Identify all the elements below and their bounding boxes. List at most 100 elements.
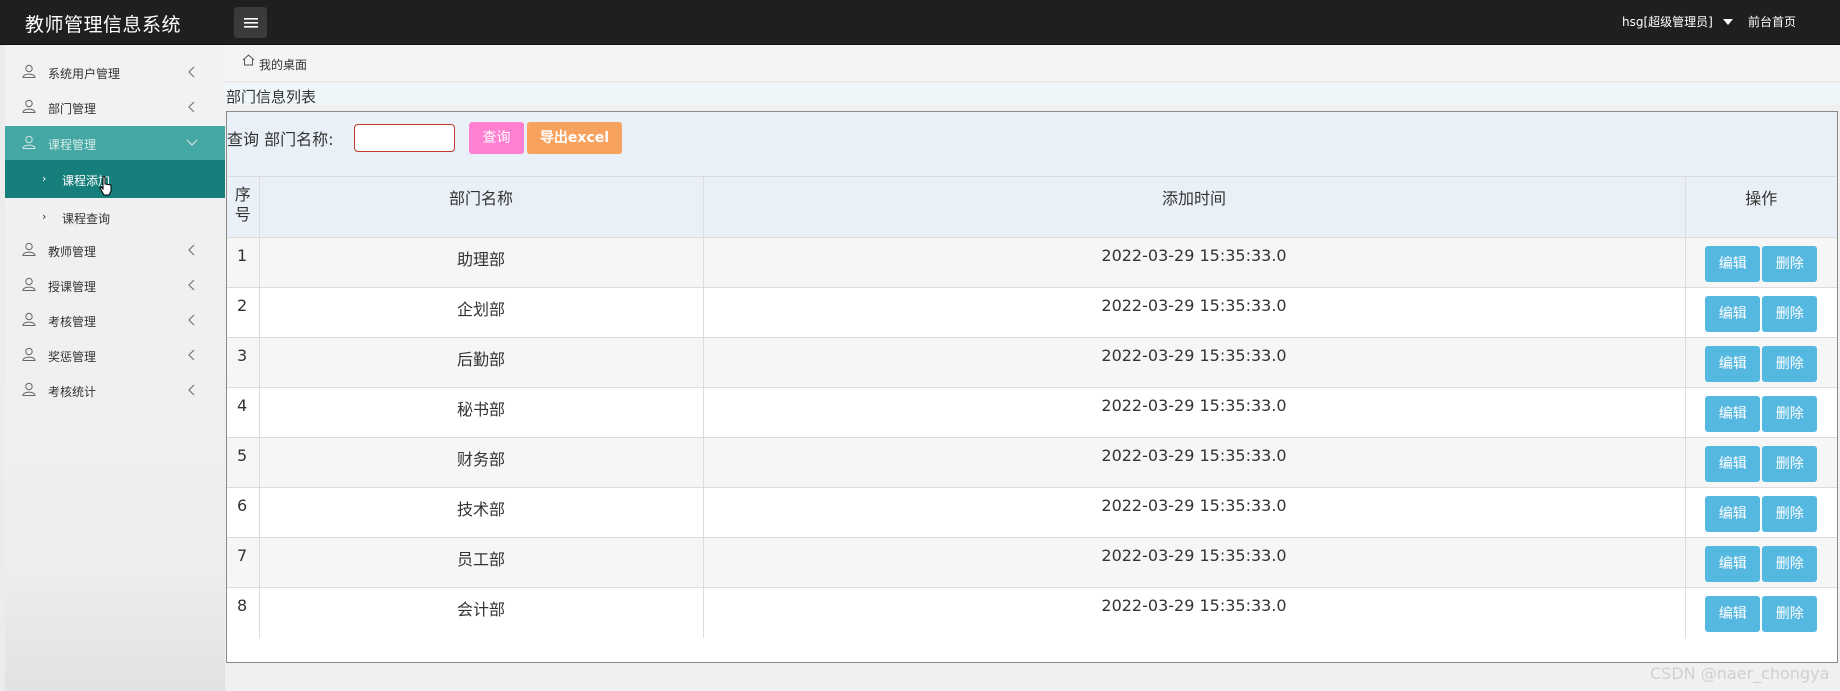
- user-name: hsg[超级管理员]: [1622, 15, 1713, 29]
- front-home-link[interactable]: 前台首页: [1748, 13, 1796, 30]
- app-title[interactable]: 教师管理信息系统: [25, 10, 181, 37]
- cell-name: 财务部: [259, 437, 704, 488]
- sidebar-item-label: 考核统计: [48, 385, 97, 399]
- cell-ops: 编辑 删除: [1685, 287, 1837, 338]
- watermark: CSDN @naer_chongya: [1650, 664, 1830, 683]
- panel-title-bar: 部门信息列表: [225, 83, 1840, 106]
- home-icon: [242, 54, 255, 66]
- cell-time: 2022-03-29 15:35:33.0: [703, 237, 1686, 288]
- sidebar-subitem-course-add[interactable]: › 课程添加: [5, 160, 225, 198]
- table-row: 5 财务部 2022-03-29 15:35:33.0 编辑 删除: [227, 437, 1837, 488]
- hand-cursor-icon: [99, 176, 112, 196]
- sidebar-item-teachers[interactable]: 教师管理: [5, 233, 225, 267]
- cell-time: 2022-03-29 15:35:33.0: [703, 487, 1686, 538]
- top-navbar: 教师管理信息系统 hsg[超级管理员] 前台首页: [0, 0, 1840, 45]
- cell-time: 2022-03-29 15:35:33.0: [703, 437, 1686, 488]
- cell-name: 助理部: [259, 237, 704, 288]
- column-header-name: 部门名称: [259, 176, 704, 238]
- cell-ops: 编辑 删除: [1685, 487, 1837, 538]
- user-icon: [22, 382, 36, 396]
- table-row: 8 会计部 2022-03-29 15:35:33.0 编辑 删除: [227, 587, 1837, 638]
- cell-name: 企划部: [259, 287, 704, 338]
- sidebar-item-label: 课程管理: [48, 138, 97, 152]
- cell-index: 2: [227, 287, 260, 338]
- sidebar-item-label: 教师管理: [48, 245, 97, 259]
- sidebar-item-system-users[interactable]: 系统用户管理: [5, 55, 225, 89]
- table-row: 7 员工部 2022-03-29 15:35:33.0 编辑 删除: [227, 537, 1837, 588]
- cell-name: 会计部: [259, 587, 704, 638]
- delete-button[interactable]: 删除: [1762, 546, 1818, 582]
- chevron-right-icon: ›: [42, 210, 47, 223]
- chevron-left-icon: [188, 101, 195, 113]
- main-content: 我的桌面 部门信息列表 查询 部门名称: 查询 导出excel 序号 部门名称 …: [225, 45, 1840, 691]
- export-excel-button[interactable]: 导出excel: [527, 122, 622, 154]
- cell-index: 1: [227, 237, 260, 288]
- chevron-left-icon: [188, 279, 195, 291]
- cell-time: 2022-03-29 15:35:33.0: [703, 537, 1686, 588]
- user-icon: [22, 64, 36, 78]
- menu-toggle-button[interactable]: [234, 7, 267, 38]
- sidebar-item-rewards[interactable]: 奖惩管理: [5, 338, 225, 372]
- delete-button[interactable]: 删除: [1762, 246, 1818, 282]
- edit-button[interactable]: 编辑: [1705, 446, 1761, 482]
- column-header-time: 添加时间: [703, 176, 1686, 238]
- delete-button[interactable]: 删除: [1762, 496, 1818, 532]
- sidebar: 系统用户管理 部门管理 课程管理 › 课程添加 › 课程查询 教师管理 授课管理…: [5, 45, 225, 691]
- sidebar-item-label: 考核管理: [48, 315, 97, 329]
- caret-down-icon: [1722, 18, 1733, 25]
- sidebar-item-label: 部门管理: [48, 102, 97, 116]
- cell-ops: 编辑 删除: [1685, 387, 1837, 438]
- cell-index: 6: [227, 487, 260, 538]
- sidebar-item-teaching[interactable]: 授课管理: [5, 268, 225, 302]
- cell-name: 后勤部: [259, 337, 704, 388]
- delete-button[interactable]: 删除: [1762, 346, 1818, 382]
- sidebar-item-departments[interactable]: 部门管理: [5, 90, 225, 124]
- table-header-row: 序号 部门名称 添加时间 操作: [227, 176, 1837, 238]
- sidebar-item-label: 系统用户管理: [48, 67, 121, 81]
- cell-time: 2022-03-29 15:35:33.0: [703, 587, 1686, 638]
- delete-button[interactable]: 删除: [1762, 296, 1818, 332]
- page-title: 部门信息列表: [226, 88, 317, 106]
- cell-ops: 编辑 删除: [1685, 237, 1837, 288]
- table-row: 2 企划部 2022-03-29 15:35:33.0 编辑 删除: [227, 287, 1837, 338]
- department-table: 序号 部门名称 添加时间 操作 1 助理部 2022-03-29 15:35:3…: [227, 176, 1837, 638]
- user-icon: [22, 312, 36, 326]
- department-name-input[interactable]: [354, 124, 455, 152]
- hamburger-icon: [243, 17, 258, 28]
- edit-button[interactable]: 编辑: [1705, 496, 1761, 532]
- edit-button[interactable]: 编辑: [1705, 396, 1761, 432]
- edit-button[interactable]: 编辑: [1705, 546, 1761, 582]
- cell-ops: 编辑 删除: [1685, 437, 1837, 488]
- delete-button[interactable]: 删除: [1762, 596, 1818, 632]
- column-header-ops: 操作: [1685, 176, 1837, 238]
- delete-button[interactable]: 删除: [1762, 446, 1818, 482]
- sidebar-subitem-course-query[interactable]: › 课程查询: [5, 198, 225, 236]
- user-icon: [22, 135, 36, 149]
- edit-button[interactable]: 编辑: [1705, 246, 1761, 282]
- sidebar-item-statistics[interactable]: 考核统计: [5, 373, 225, 407]
- list-panel: 查询 部门名称: 查询 导出excel 序号 部门名称 添加时间 操作 1 助理…: [226, 111, 1838, 663]
- cell-index: 5: [227, 437, 260, 488]
- chevron-left-icon: [188, 384, 195, 396]
- cell-time: 2022-03-29 15:35:33.0: [703, 337, 1686, 388]
- cell-index: 7: [227, 537, 260, 588]
- chevron-right-icon: ›: [42, 172, 47, 185]
- user-icon: [22, 99, 36, 113]
- sidebar-item-courses[interactable]: 课程管理: [5, 126, 225, 160]
- table-row: 6 技术部 2022-03-29 15:35:33.0 编辑 删除: [227, 487, 1837, 538]
- user-menu[interactable]: hsg[超级管理员]: [1622, 13, 1733, 30]
- user-icon: [22, 347, 36, 361]
- breadcrumb-item[interactable]: 我的桌面: [259, 56, 307, 73]
- cell-time: 2022-03-29 15:35:33.0: [703, 387, 1686, 438]
- delete-button[interactable]: 删除: [1762, 396, 1818, 432]
- chevron-left-icon: [188, 314, 195, 326]
- cell-index: 3: [227, 337, 260, 388]
- query-button[interactable]: 查询: [469, 122, 524, 154]
- sidebar-item-assessment[interactable]: 考核管理: [5, 303, 225, 337]
- edit-button[interactable]: 编辑: [1705, 346, 1761, 382]
- user-icon: [22, 242, 36, 256]
- edit-button[interactable]: 编辑: [1705, 296, 1761, 332]
- edit-button[interactable]: 编辑: [1705, 596, 1761, 632]
- chevron-left-icon: [188, 349, 195, 361]
- cell-name: 秘书部: [259, 387, 704, 438]
